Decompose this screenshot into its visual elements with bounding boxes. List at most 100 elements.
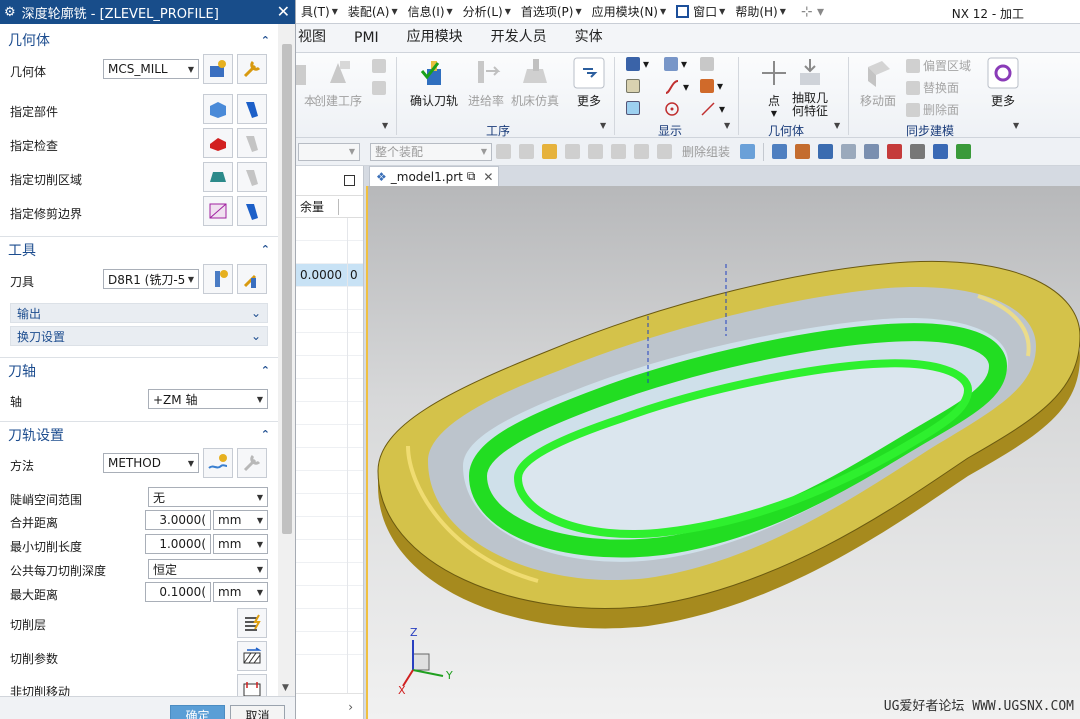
tab-view[interactable]: 视图 [296, 26, 340, 52]
dialog-scrollbar[interactable]: ▼ [278, 24, 295, 696]
delete-face-button[interactable]: 删除面 [906, 101, 959, 118]
display-part-button[interactable] [237, 94, 267, 124]
layer-icon[interactable] [700, 57, 714, 71]
select-filter-icon[interactable] [588, 144, 603, 159]
section-axis-header[interactable]: 刀轴 ⌃ [0, 357, 278, 383]
feed-rate-button[interactable]: 进给率 [468, 57, 504, 109]
group-expand-caret[interactable]: ▼ [724, 121, 730, 130]
cut-levels-button[interactable] [237, 608, 267, 638]
tab-float-icon[interactable]: ⧉ [467, 169, 476, 184]
line-icon[interactable]: ▾ [700, 101, 725, 117]
layout-icon[interactable] [887, 144, 903, 159]
select-check-button[interactable] [203, 128, 233, 158]
select-filter-icon[interactable] [496, 144, 511, 159]
horizontal-scrollbar[interactable]: › [296, 693, 363, 719]
ok-button[interactable]: 确定 [170, 705, 225, 719]
new-method-button[interactable] [203, 448, 233, 478]
display-hatch-icon[interactable] [626, 101, 640, 115]
hammer-icon[interactable]: ▾ [700, 79, 723, 93]
cut-params-button[interactable] [237, 641, 267, 671]
method-select[interactable]: METHOD ▼ [103, 453, 199, 473]
extract-geometry-button[interactable]: 抽取几 何特征 [792, 57, 828, 118]
select-filter-icon[interactable] [634, 144, 649, 159]
more-sync-button[interactable]: 更多 [987, 57, 1019, 109]
group-expand-caret[interactable]: ▼ [834, 121, 840, 130]
new-tool-button[interactable] [203, 264, 233, 294]
group-expand-caret[interactable]: ▼ [600, 121, 606, 130]
offset-region-button[interactable]: 偏置区域 [906, 57, 971, 74]
select-trim-button[interactable] [203, 196, 233, 226]
maximize-icon[interactable] [344, 175, 355, 186]
file-tab[interactable]: ❖ _model1.prt ⧉ ✕ [369, 166, 499, 186]
tab-solid[interactable]: 实体 [561, 26, 617, 52]
snap-crosshair-icon[interactable]: ⊹ ▾ [801, 4, 824, 20]
display-select-icon[interactable]: ▾ [664, 57, 687, 71]
menu-window[interactable]: 窗口 ▼ [671, 3, 730, 20]
cube-icon[interactable] [740, 144, 756, 159]
menu-help[interactable]: 帮助(H) ▼ [730, 3, 791, 20]
dialog-title-bar[interactable]: ⚙ 深度轮廓铣 - [ZLEVEL_PROFILE] ✕ [0, 0, 295, 24]
assembly-filter-combo[interactable]: 整个装配 ▼ [370, 142, 492, 161]
replace-face-button[interactable]: 替换面 [906, 79, 959, 96]
display-check-button[interactable] [237, 128, 267, 158]
point-button[interactable]: 点 ▼ [758, 57, 790, 118]
rotate-icon[interactable] [818, 144, 834, 159]
pan-icon[interactable] [841, 144, 857, 159]
menu-tools[interactable]: 具(T) ▼ [296, 3, 343, 20]
more-operation-button[interactable]: 更多 [573, 57, 605, 109]
machine-sim-button[interactable]: 机床仿真 [511, 57, 559, 109]
target-icon[interactable] [664, 101, 680, 117]
axis-select[interactable]: +ZM 轴 ▼ [148, 389, 268, 409]
menu-application[interactable]: 应用模块(N) ▼ [587, 3, 672, 20]
render-style-icon[interactable] [910, 144, 926, 159]
cancel-button[interactable]: 取消 [230, 705, 285, 719]
delete-group-label[interactable]: 删除组装 [682, 143, 730, 160]
graphics-viewport[interactable]: Z Y X UG爱好者论坛 WWW.UGSNX.COM [366, 186, 1080, 719]
group-expand-caret[interactable]: ▼ [1013, 121, 1019, 130]
section-tool-header[interactable]: 工具 ⌃ [0, 236, 278, 262]
tab-developer[interactable]: 开发人员 [477, 26, 561, 52]
min-cut-unit-select[interactable]: mm ▼ [213, 534, 268, 554]
shaded-cube-icon[interactable] [933, 144, 949, 159]
small-op-icon-2[interactable] [372, 81, 386, 95]
move-face-button[interactable]: 移动面 [860, 57, 896, 109]
tab-application[interactable]: 应用模块 [393, 26, 477, 52]
tab-pmi[interactable]: PMI [340, 30, 393, 52]
common-depth-select[interactable]: 恒定 ▼ [148, 559, 268, 579]
table-row[interactable]: 0.0000 0 [296, 264, 363, 287]
display-trim-button[interactable] [237, 196, 267, 226]
steep-select[interactable]: 无 ▼ [148, 487, 268, 507]
palette-icon[interactable] [542, 144, 557, 159]
scroll-right-icon[interactable]: › [348, 700, 353, 714]
confirm-toolpath-button[interactable]: 确认刀轨 [410, 57, 458, 109]
select-filter-icon[interactable] [611, 144, 626, 159]
tool-change-subsection[interactable]: 换刀设置 ⌄ [10, 326, 268, 346]
edit-geometry-button[interactable] [237, 54, 267, 84]
select-part-button[interactable] [203, 94, 233, 124]
scroll-down-icon[interactable]: ▼ [282, 683, 289, 693]
merge-unit-select[interactable]: mm ▼ [213, 510, 268, 530]
curve-icon[interactable]: ▾ [664, 79, 689, 95]
fit-view-icon[interactable] [772, 144, 788, 159]
more-icon[interactable] [956, 144, 972, 159]
output-subsection[interactable]: 输出 ⌄ [10, 303, 268, 323]
section-geometry-header[interactable]: 几何体 ⌃ [0, 27, 278, 53]
view-icon[interactable] [864, 144, 880, 159]
small-op-icon-1[interactable] [372, 59, 386, 73]
select-cut-area-button[interactable] [203, 162, 233, 192]
close-icon[interactable]: ✕ [483, 170, 493, 184]
section-path-settings-header[interactable]: 刀轨设置 ⌃ [0, 421, 278, 447]
edit-method-button[interactable] [237, 448, 267, 478]
select-filter-icon[interactable] [519, 144, 534, 159]
display-cut-area-button[interactable] [237, 162, 267, 192]
geometry-select[interactable]: MCS_MILL ▼ [103, 59, 199, 79]
create-operation-button[interactable]: 创建工序 [314, 57, 362, 109]
max-distance-input[interactable]: 0.1000( [145, 582, 211, 602]
edit-tool-button[interactable] [237, 264, 267, 294]
zoom-icon[interactable] [795, 144, 811, 159]
display-wire-icon[interactable] [626, 79, 640, 93]
column-header-stock[interactable]: 余量 [296, 196, 363, 218]
menu-info[interactable]: 信息(I) ▼ [403, 3, 458, 20]
select-filter-icon[interactable] [565, 144, 580, 159]
menu-preferences[interactable]: 首选项(P) ▼ [516, 3, 587, 20]
